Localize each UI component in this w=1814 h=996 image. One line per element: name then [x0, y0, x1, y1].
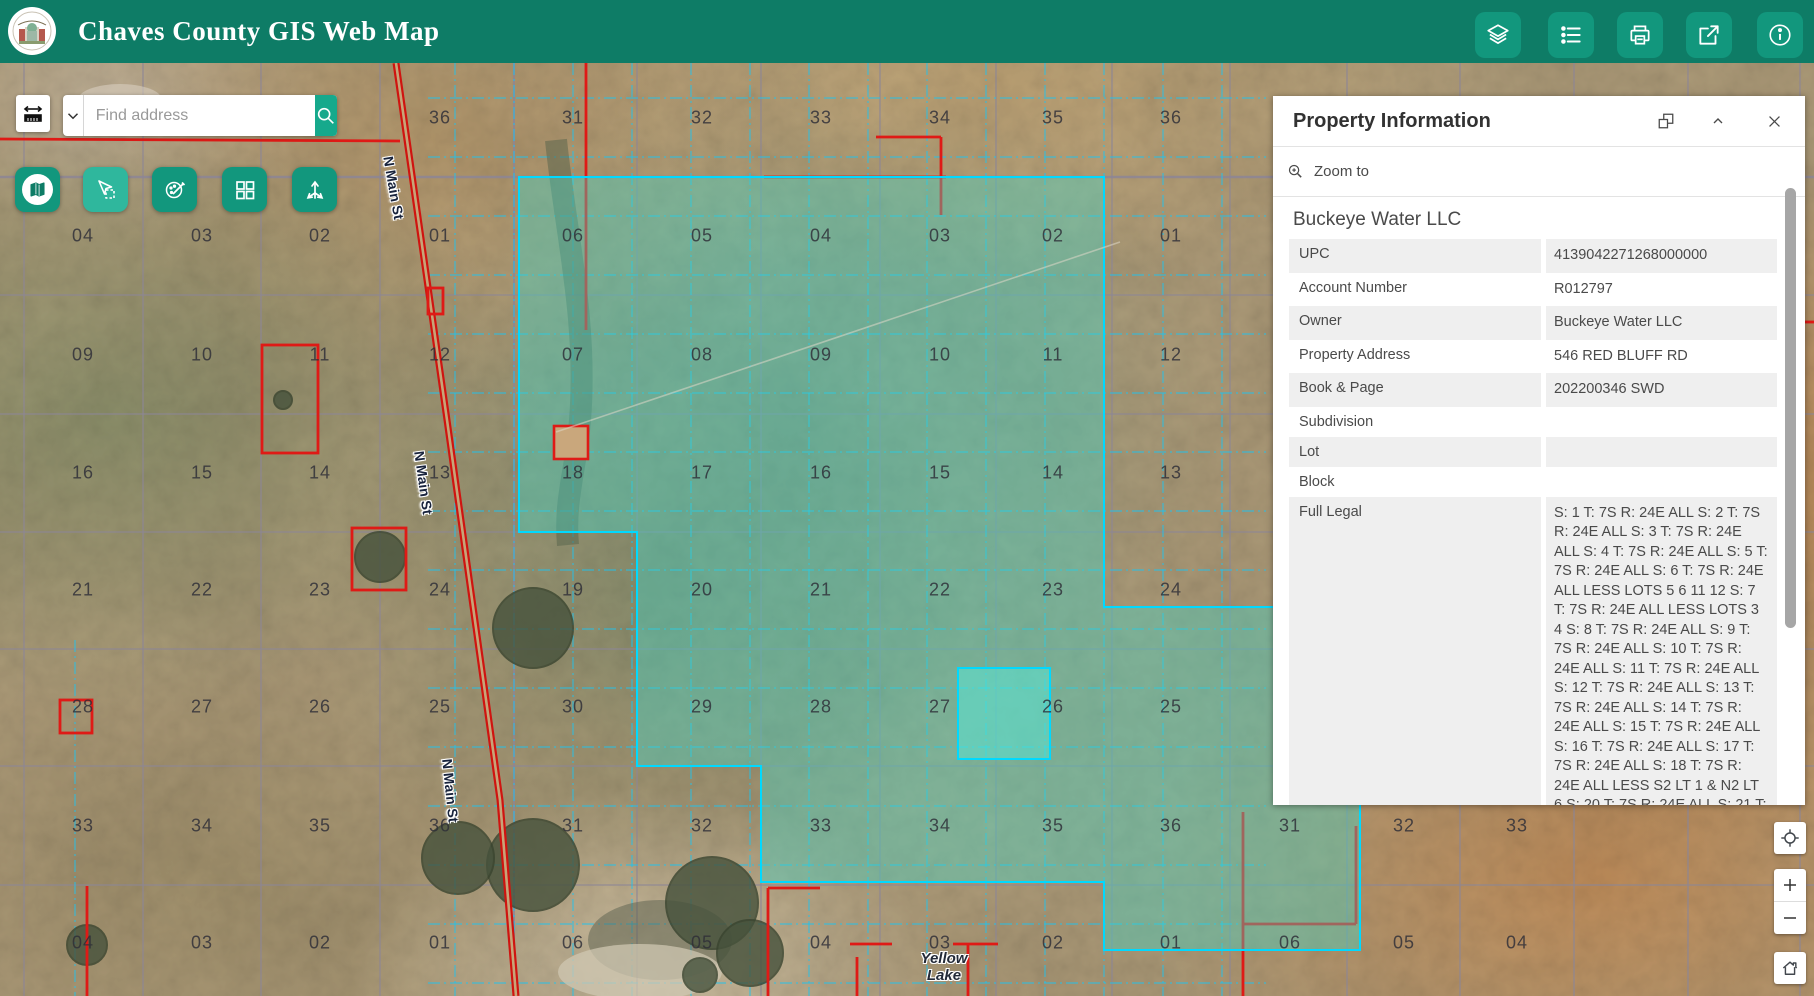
select-button[interactable] [83, 167, 128, 212]
select-icon [94, 178, 118, 202]
basemap-icon [22, 174, 53, 205]
row-label: Subdivision [1289, 407, 1541, 437]
search-bar [63, 95, 337, 136]
share-icon [1696, 22, 1722, 48]
row-value [1546, 467, 1777, 497]
close-icon [1766, 113, 1783, 130]
row-label: Lot [1289, 437, 1541, 467]
row-value: Buckeye Water LLC [1546, 306, 1777, 340]
table-row: Property Address546 RED BLUFF RD [1289, 340, 1777, 374]
home-button[interactable] [1774, 952, 1806, 984]
minus-icon [1781, 909, 1799, 927]
directions-button[interactable] [292, 167, 337, 212]
zoom-in-button[interactable] [1774, 869, 1806, 902]
table-row: Account NumberR012797 [1289, 273, 1777, 307]
table-row: Book & Page202200346 SWD [1289, 373, 1777, 407]
row-label: Owner [1289, 306, 1541, 340]
row-value: S: 1 T: 7S R: 24E ALL S: 2 T: 7S R: 24E … [1546, 497, 1777, 806]
row-value: 546 RED BLUFF RD [1546, 340, 1777, 374]
search-submit-button[interactable] [315, 95, 337, 136]
chevron-down-icon [64, 107, 82, 125]
row-label: Account Number [1289, 273, 1541, 307]
selected-parcel-highlight[interactable] [519, 177, 1360, 950]
app-title: Chaves County GIS Web Map [78, 0, 440, 63]
search-input[interactable] [84, 95, 315, 136]
legend-list-icon [1558, 22, 1584, 48]
legend-button[interactable] [1548, 12, 1594, 58]
close-panel-button[interactable] [1757, 104, 1791, 138]
row-label: Full Legal [1289, 497, 1541, 806]
row-label: Book & Page [1289, 373, 1541, 407]
row-label: Property Address [1289, 340, 1541, 374]
home-icon [1780, 958, 1800, 978]
zoom-to-button[interactable]: Zoom to [1273, 147, 1805, 197]
courthouse-icon [12, 11, 52, 51]
dock-panel-button[interactable] [1649, 104, 1683, 138]
row-value: R012797 [1546, 273, 1777, 307]
row-label: Block [1289, 467, 1541, 497]
grid-squares-icon [233, 178, 257, 202]
table-row: Full LegalS: 1 T: 7S R: 24E ALL S: 2 T: … [1289, 497, 1777, 806]
print-icon [1627, 22, 1653, 48]
county-seal-logo [8, 7, 56, 55]
row-value: 202200346 SWD [1546, 373, 1777, 407]
table-row: OwnerBuckeye Water LLC [1289, 306, 1777, 340]
draw-icon [163, 178, 187, 202]
layers-icon [1485, 22, 1511, 48]
panel-title: Property Information [1293, 110, 1491, 133]
property-info-panel: Property Information Zoom to Buckeye Wat… [1273, 96, 1805, 805]
collapse-panel-button[interactable] [1701, 104, 1735, 138]
plus-icon [1781, 876, 1799, 894]
measure-button[interactable] [16, 95, 50, 132]
panel-header: Property Information [1273, 96, 1805, 147]
table-row: UPC4139042271268000000 [1289, 239, 1777, 273]
locate-icon [1779, 827, 1801, 849]
layers-button[interactable] [1475, 12, 1521, 58]
draw-button[interactable] [152, 167, 197, 212]
zoom-to-icon [1287, 163, 1304, 180]
panel-scrollbar[interactable] [1785, 188, 1796, 628]
search-source-dropdown[interactable] [63, 95, 84, 136]
basemap-button[interactable] [15, 167, 60, 212]
row-label: UPC [1289, 239, 1541, 273]
print-button[interactable] [1617, 12, 1663, 58]
app-header: Chaves County GIS Web Map [0, 0, 1814, 63]
info-icon [1767, 22, 1793, 48]
row-value: 4139042271268000000 [1546, 239, 1777, 273]
measure-icon [21, 102, 45, 126]
row-value [1546, 437, 1777, 467]
chevron-up-icon [1710, 113, 1726, 129]
attribute-table: UPC4139042271268000000Account NumberR012… [1289, 239, 1777, 805]
table-row: Lot [1289, 437, 1777, 467]
zoom-control [1774, 869, 1806, 934]
locate-button[interactable] [1774, 822, 1806, 854]
table-row: Subdivision [1289, 407, 1777, 437]
app-window: 3631323334353604030201060504030201091011… [0, 0, 1814, 996]
dock-icon [1657, 112, 1675, 130]
zoom-out-button[interactable] [1774, 902, 1806, 934]
row-value [1546, 407, 1777, 437]
zoom-to-label: Zoom to [1314, 163, 1369, 180]
search-icon [315, 105, 337, 127]
share-button[interactable] [1686, 12, 1732, 58]
grid-button[interactable] [222, 167, 267, 212]
directions-icon [303, 178, 327, 202]
table-row: Block [1289, 467, 1777, 497]
feature-heading: Buckeye Water LLC [1293, 209, 1805, 231]
info-button[interactable] [1757, 12, 1803, 58]
